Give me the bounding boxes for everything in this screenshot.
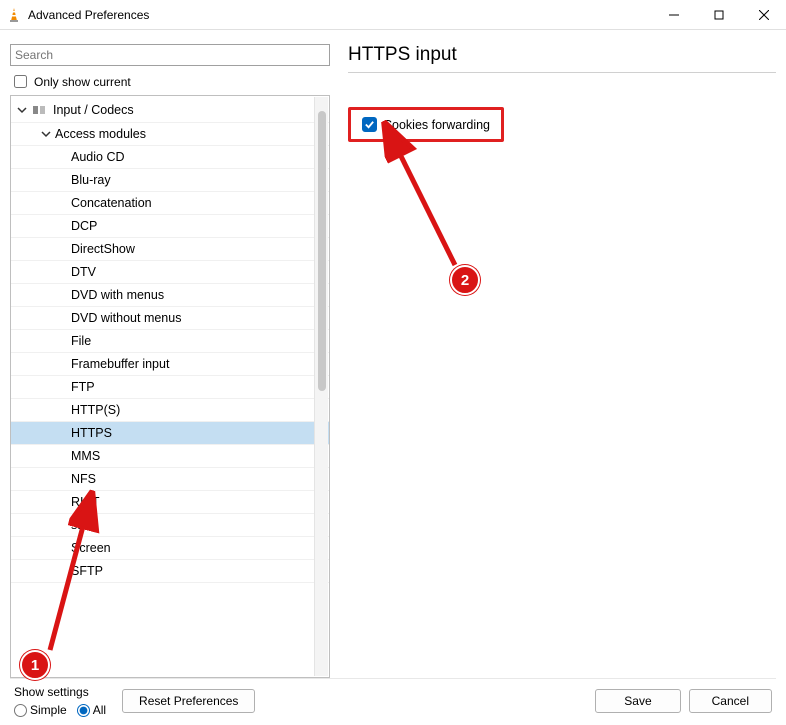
- tree-item-label: DVD without menus: [71, 311, 181, 325]
- chevron-down-icon: [15, 103, 29, 117]
- tree-item-label: Screen: [71, 541, 111, 555]
- vlc-cone-icon: [6, 7, 22, 23]
- tree-item-label: Blu-ray: [71, 173, 111, 187]
- cancel-button[interactable]: Cancel: [689, 689, 772, 713]
- tree-item-label: HTTP(S): [71, 403, 120, 417]
- window-title: Advanced Preferences: [28, 8, 651, 22]
- tree-item-concatenation[interactable]: Concatenation: [11, 192, 329, 215]
- tree-item-label: RIST: [71, 495, 99, 509]
- search-input[interactable]: [10, 44, 330, 66]
- titlebar: Advanced Preferences: [0, 0, 786, 30]
- tree-item-label: FTP: [71, 380, 95, 394]
- tree-item-input-codecs[interactable]: Input / Codecs: [11, 98, 329, 123]
- tree-item-label: Framebuffer input: [71, 357, 169, 371]
- panel-title: HTTPS input: [348, 44, 776, 73]
- save-button[interactable]: Save: [595, 689, 680, 713]
- tree-item-label: MMS: [71, 449, 100, 463]
- close-button[interactable]: [741, 0, 786, 30]
- settings-panel: HTTPS input Cookies forwarding: [348, 44, 776, 678]
- only-show-current-checkbox[interactable]: [14, 75, 27, 88]
- window: Advanced Preferences Only show current: [0, 0, 786, 725]
- tree-item-label: DCP: [71, 219, 97, 233]
- tree-item-dcp[interactable]: DCP: [11, 215, 329, 238]
- tree-item-rist[interactable]: RIST: [11, 491, 329, 514]
- tree-item-label: DTV: [71, 265, 96, 279]
- tree-item-label: Audio CD: [71, 150, 125, 164]
- tree-item-framebuffer-input[interactable]: Framebuffer input: [11, 353, 329, 376]
- tree-item-dtv[interactable]: DTV: [11, 261, 329, 284]
- only-show-current-row[interactable]: Only show current: [10, 72, 330, 91]
- cookies-forwarding-row[interactable]: Cookies forwarding: [356, 113, 496, 136]
- tree-item-satip[interactable]: satip: [11, 514, 329, 537]
- tree-item-ftp[interactable]: FTP: [11, 376, 329, 399]
- tree-item-nfs[interactable]: NFS: [11, 468, 329, 491]
- mode-simple-radio[interactable]: [14, 704, 27, 717]
- footer-left: Show settings Simple All: [14, 685, 106, 717]
- upper-area: Only show current Input / Codecs Access m…: [10, 30, 776, 678]
- cookies-forwarding-checkbox[interactable]: [362, 117, 377, 132]
- tree-scrollbar[interactable]: [314, 97, 328, 676]
- tree-item-dvd-with-menus[interactable]: DVD with menus: [11, 284, 329, 307]
- chevron-down-icon: [39, 127, 53, 141]
- codec-icon: [31, 102, 47, 118]
- tree-item-label: DVD with menus: [71, 288, 164, 302]
- tree-item-label: Input / Codecs: [53, 103, 134, 117]
- tree-item-audio-cd[interactable]: Audio CD: [11, 146, 329, 169]
- footer-right: Save Cancel: [595, 689, 772, 713]
- tree-item-blu-ray[interactable]: Blu-ray: [11, 169, 329, 192]
- annotation-highlight: Cookies forwarding: [348, 107, 504, 142]
- tree-item-http-s-[interactable]: HTTP(S): [11, 399, 329, 422]
- sidebar: Only show current Input / Codecs Access m…: [10, 44, 330, 678]
- window-controls: [651, 0, 786, 30]
- tree-item-label: NFS: [71, 472, 96, 486]
- tree-item-label: SFTP: [71, 564, 103, 578]
- tree-item-sftp[interactable]: SFTP: [11, 560, 329, 583]
- mode-simple[interactable]: Simple: [14, 703, 67, 717]
- show-settings-radios: Simple All: [14, 703, 106, 717]
- tree-item-label: HTTPS: [71, 426, 112, 440]
- tree-item-file[interactable]: File: [11, 330, 329, 353]
- only-show-current-label: Only show current: [34, 75, 131, 89]
- reset-preferences-button[interactable]: Reset Preferences: [122, 689, 255, 713]
- tree-item-label: Concatenation: [71, 196, 152, 210]
- tree: Input / Codecs Access modules Audio CD Blu-…: [11, 96, 329, 585]
- tree-item-label: File: [71, 334, 91, 348]
- mode-all-radio[interactable]: [77, 704, 90, 717]
- tree-item-label: DirectShow: [71, 242, 135, 256]
- tree-item-mms[interactable]: MMS: [11, 445, 329, 468]
- tree-item-screen[interactable]: Screen: [11, 537, 329, 560]
- minimize-button[interactable]: [651, 0, 696, 30]
- tree-item-https[interactable]: HTTPS: [11, 422, 329, 445]
- tree-item-label: Access modules: [55, 127, 146, 141]
- mode-all[interactable]: All: [77, 703, 106, 717]
- tree-item-label: satip: [71, 518, 97, 532]
- body: Only show current Input / Codecs Access m…: [0, 30, 786, 725]
- tree-wrap: Input / Codecs Access modules Audio CD Blu-…: [10, 95, 330, 678]
- tree-item-directshow[interactable]: DirectShow: [11, 238, 329, 261]
- cookies-forwarding-label: Cookies forwarding: [383, 118, 490, 132]
- tree-item-dvd-without-menus[interactable]: DVD without menus: [11, 307, 329, 330]
- footer: Show settings Simple All Reset Preferenc…: [10, 678, 776, 725]
- show-settings-label: Show settings: [14, 685, 106, 699]
- maximize-button[interactable]: [696, 0, 741, 30]
- tree-item-access-modules[interactable]: Access modules: [11, 123, 329, 146]
